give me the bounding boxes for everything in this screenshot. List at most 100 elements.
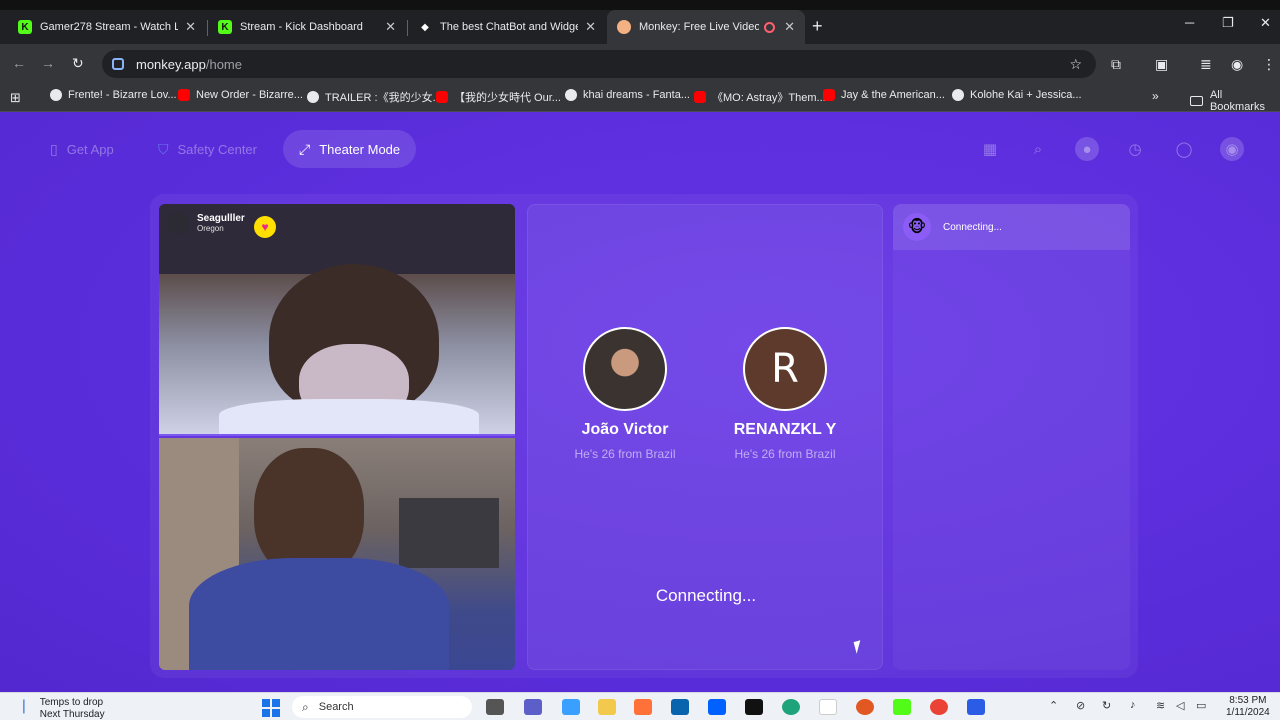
wifi-icon[interactable]: ≋ [1156, 699, 1165, 712]
notion-icon[interactable] [745, 699, 763, 715]
teams-icon[interactable] [524, 699, 542, 715]
youtube-icon [436, 91, 448, 103]
tab-gamer278-stream[interactable]: K Gamer278 Stream - Watch Live ✕ [8, 10, 206, 44]
tab-title: Stream - Kick Dashboard [240, 21, 363, 33]
profile-meta: He's 26 from Brazil [734, 447, 836, 461]
chat-icon[interactable]: ◯ [1172, 137, 1196, 161]
sync-icon[interactable]: ↻ [1102, 699, 1111, 712]
tray-overflow-icon[interactable]: ⌃ [1049, 699, 1058, 712]
remote-username: Seagulller [197, 213, 245, 224]
profile-icon[interactable]: ◉ [1231, 56, 1243, 73]
diamond-icon: ◆ [421, 21, 429, 33]
task-view-icon[interactable] [486, 699, 504, 715]
bookmark-item[interactable]: 《MO: Astray》Them... [694, 89, 826, 105]
minimize-icon[interactable]: ─ [1185, 15, 1194, 30]
globe-icon [307, 91, 319, 103]
back-icon[interactable]: ← [12, 55, 26, 71]
forward-icon[interactable]: → [41, 55, 55, 71]
monkey-icon [617, 20, 631, 34]
theater-mode-button[interactable]: ⤢ Theater Mode [283, 130, 417, 168]
tab-search-icon[interactable]: ▣ [1155, 56, 1168, 73]
close-icon[interactable]: ✕ [585, 19, 596, 35]
kick-app-icon[interactable] [893, 699, 911, 715]
globe-icon [952, 89, 964, 101]
bookmark-item[interactable]: khai dreams - Fanta... [565, 89, 690, 101]
file-explorer-icon[interactable] [598, 699, 616, 715]
weather-line2: Next Thursday [39, 709, 105, 720]
screen-capture-icon[interactable] [967, 699, 985, 715]
maximize-icon[interactable]: ❐ [1222, 15, 1234, 31]
local-video [159, 438, 515, 670]
bookmark-label: 【我的少女時代 Our... [454, 92, 561, 104]
tab-title: Monkey: Free Live Video Ch [639, 21, 759, 33]
taskbar-search[interactable]: ⌕ Search [292, 696, 472, 718]
media-control-icon[interactable]: ≣ [1200, 56, 1212, 73]
match-profile[interactable]: R RENANZKL Y He's 26 from Brazil [715, 327, 855, 461]
apps-grid-icon[interactable]: ⊞ [10, 90, 21, 106]
bookmark-item[interactable]: Frente! - Bizarre Lov... [50, 89, 177, 101]
gift-icon[interactable]: ▦ [978, 137, 1002, 161]
obs-icon[interactable] [856, 699, 874, 715]
reload-icon[interactable]: ↻ [72, 55, 84, 72]
edge-icon[interactable] [782, 699, 800, 715]
network-off-icon[interactable]: ⊘ [1076, 699, 1085, 712]
close-icon[interactable]: ✕ [185, 19, 196, 35]
bookmark-item[interactable]: Jay & the American... [823, 89, 945, 101]
copilot-icon[interactable] [562, 699, 580, 715]
remote-user-chip[interactable]: Seagulller Oregon [167, 212, 245, 234]
search-icon[interactable]: ⌕ [1026, 137, 1050, 161]
menu-icon[interactable]: ⋮ [1262, 56, 1276, 73]
weather-widget[interactable]: ❘ Temps to drop Next Thursday [18, 697, 105, 720]
safety-center-label: Safety Center [177, 141, 258, 157]
monkey-profile-icon[interactable]: ◉ [1220, 137, 1244, 161]
chrome-icon[interactable] [930, 699, 948, 715]
address-bar[interactable]: monkey.app /home ☆ [102, 50, 1096, 78]
bookmark-label: Jay & the American... [841, 89, 945, 101]
volume-icon[interactable]: ◁ [1176, 699, 1184, 712]
match-panel: João Victor He's 26 from Brazil R RENANZ… [527, 204, 883, 670]
globe-icon [50, 89, 62, 101]
safety-center-button[interactable]: ⛉ Safety Center [142, 130, 273, 168]
firefox-icon[interactable] [634, 699, 652, 715]
window-close-icon[interactable]: ✕ [1260, 15, 1271, 31]
clock-time: 8:53 PM [1229, 695, 1267, 706]
tab-title: The best ChatBot and Widgets f [440, 21, 578, 33]
kick-icon: K [218, 20, 232, 34]
bookmark-label: New Order - Bizarre... [196, 89, 303, 101]
bookmark-item[interactable]: New Order - Bizarre... [178, 89, 303, 101]
monkey-page: ▯ Get App ⛉ Safety Center ⤢ Theater Mode… [0, 112, 1280, 692]
tab-chatbot-widgets[interactable]: ◆ The best ChatBot and Widgets f ✕ [408, 10, 606, 44]
avatar [167, 212, 189, 234]
microphone-icon[interactable]: ♪ [1130, 699, 1136, 711]
get-app-button[interactable]: ▯ Get App [34, 130, 130, 168]
document-icon[interactable] [819, 699, 837, 715]
system-clock[interactable]: 8:53 PM 1/11/2024 [1226, 695, 1270, 719]
bookmark-item[interactable]: Kolohe Kai + Jessica... [952, 89, 1082, 101]
clock-date: 1/11/2024 [1226, 707, 1270, 718]
history-icon[interactable]: ◷ [1123, 137, 1147, 161]
close-icon[interactable]: ✕ [784, 19, 795, 35]
mail-icon[interactable] [671, 699, 689, 715]
bookmark-star-icon[interactable]: ☆ [1069, 56, 1082, 73]
extensions-icon[interactable]: ⧉ [1111, 56, 1121, 73]
bookmark-item[interactable]: TRAILER :《我的少女... [307, 89, 442, 105]
tab-kick-dashboard[interactable]: K Stream - Kick Dashboard ✕ [208, 10, 406, 44]
new-tab-button[interactable]: + [812, 16, 823, 37]
more-bookmarks-icon[interactable]: » [1152, 89, 1159, 103]
close-icon[interactable]: ✕ [385, 19, 396, 35]
dropbox-icon[interactable] [708, 699, 726, 715]
all-bookmarks-button[interactable]: All Bookmarks [1190, 89, 1280, 113]
theater-mode-label: Theater Mode [319, 141, 401, 157]
tab-monkey[interactable]: Monkey: Free Live Video Ch ✕ [607, 10, 805, 44]
windows-start-icon[interactable] [262, 699, 280, 717]
heart-icon[interactable]: ♥ [254, 216, 276, 238]
bookmark-item[interactable]: 【我的少女時代 Our... [436, 89, 561, 105]
youtube-icon [823, 89, 835, 101]
browser-toolbar: ← → ↻ monkey.app /home ☆ ⧉ ▣ ≣ ◉ ⋮ [0, 44, 1280, 84]
match-profile[interactable]: João Victor He's 26 from Brazil [555, 327, 695, 461]
youtube-icon [178, 89, 190, 101]
site-top-nav: ▯ Get App ⛉ Safety Center ⤢ Theater Mode… [0, 112, 1280, 184]
friends-avatar-icon[interactable]: ● [1075, 137, 1099, 161]
site-info-icon[interactable] [112, 58, 124, 70]
battery-icon[interactable]: ▭ [1196, 699, 1206, 712]
